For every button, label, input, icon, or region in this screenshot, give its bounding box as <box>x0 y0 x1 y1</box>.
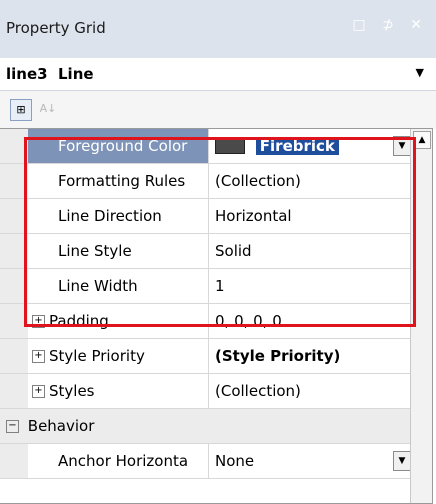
collapse-icon[interactable]: − <box>6 420 19 433</box>
property-value[interactable]: (Style Priority) <box>209 339 415 373</box>
row-margin <box>0 339 28 373</box>
object-name: line3 <box>6 65 48 83</box>
dropdown-button[interactable]: ▼ <box>393 451 411 471</box>
property-value[interactable]: Solid <box>209 234 415 268</box>
object-selector[interactable]: line3 Line ▼ <box>0 58 436 91</box>
categorized-view-icon[interactable]: ⊞ <box>10 99 32 121</box>
row-margin <box>0 374 28 408</box>
expand-icon[interactable]: + <box>32 350 45 363</box>
property-row-style-priority[interactable]: + Style Priority (Style Priority) <box>0 339 410 374</box>
category-label: Behavior <box>27 417 95 435</box>
property-row-styles[interactable]: + Styles (Collection) <box>0 374 410 409</box>
dropdown-button[interactable]: ▼ <box>393 136 411 156</box>
object-type: Line <box>58 65 94 83</box>
property-value[interactable]: Firebrick ▼ <box>209 129 415 163</box>
row-margin <box>0 444 28 478</box>
property-toolbar: ⊞ A↓ <box>0 91 436 129</box>
property-value[interactable]: None ▼ <box>209 444 415 478</box>
panel-title: Property Grid <box>6 19 106 37</box>
property-value[interactable]: 1 <box>209 269 415 303</box>
alphabetical-sort-icon[interactable]: A↓ <box>38 99 58 119</box>
category-behavior[interactable]: − Behavior <box>0 409 410 444</box>
property-name: + Padding <box>28 304 209 338</box>
property-grid: Foreground Color Firebrick ▼ Formatting … <box>0 128 433 504</box>
scroll-up-icon[interactable]: ▲ <box>413 131 431 149</box>
property-name: Anchor Horizonta <box>28 444 209 478</box>
row-margin <box>0 129 28 163</box>
window-controls[interactable]: □ ⊅ ✕ <box>352 17 428 33</box>
property-name: + Styles <box>28 374 209 408</box>
property-row-line-style[interactable]: Line Style Solid <box>0 234 410 269</box>
color-swatch-icon <box>215 139 245 154</box>
property-row-line-width[interactable]: Line Width 1 <box>0 269 410 304</box>
color-name: Firebrick <box>255 137 339 155</box>
expand-icon[interactable]: + <box>32 385 45 398</box>
property-name: Formatting Rules <box>28 164 209 198</box>
property-name: Line Style <box>28 234 209 268</box>
property-row-line-direction[interactable]: Line Direction Horizontal <box>0 199 410 234</box>
property-name: Line Width <box>28 269 209 303</box>
row-margin <box>0 269 28 303</box>
property-name: + Style Priority <box>28 339 209 373</box>
vertical-scrollbar[interactable]: ▲ <box>410 129 432 503</box>
property-value[interactable]: (Collection) <box>209 164 415 198</box>
property-value[interactable]: (Collection) <box>209 374 415 408</box>
property-row-padding[interactable]: + Padding 0, 0, 0, 0 <box>0 304 410 339</box>
row-margin <box>0 234 28 268</box>
property-name: Line Direction <box>28 199 209 233</box>
row-margin <box>0 199 28 233</box>
property-value[interactable]: 0, 0, 0, 0 <box>209 304 415 338</box>
property-row-anchor-horizontal[interactable]: Anchor Horizonta None ▼ <box>0 444 411 479</box>
row-margin <box>0 164 28 198</box>
property-name: Foreground Color <box>28 129 209 163</box>
row-margin <box>0 304 28 338</box>
panel-header: Property Grid □ ⊅ ✕ <box>0 0 436 59</box>
dropdown-arrow-icon[interactable]: ▼ <box>416 66 424 79</box>
property-row-foreground-color[interactable]: Foreground Color Firebrick ▼ <box>0 129 415 164</box>
property-value[interactable]: Horizontal <box>209 199 415 233</box>
property-row-formatting-rules[interactable]: Formatting Rules (Collection) <box>0 164 410 199</box>
expand-icon[interactable]: + <box>32 315 45 328</box>
